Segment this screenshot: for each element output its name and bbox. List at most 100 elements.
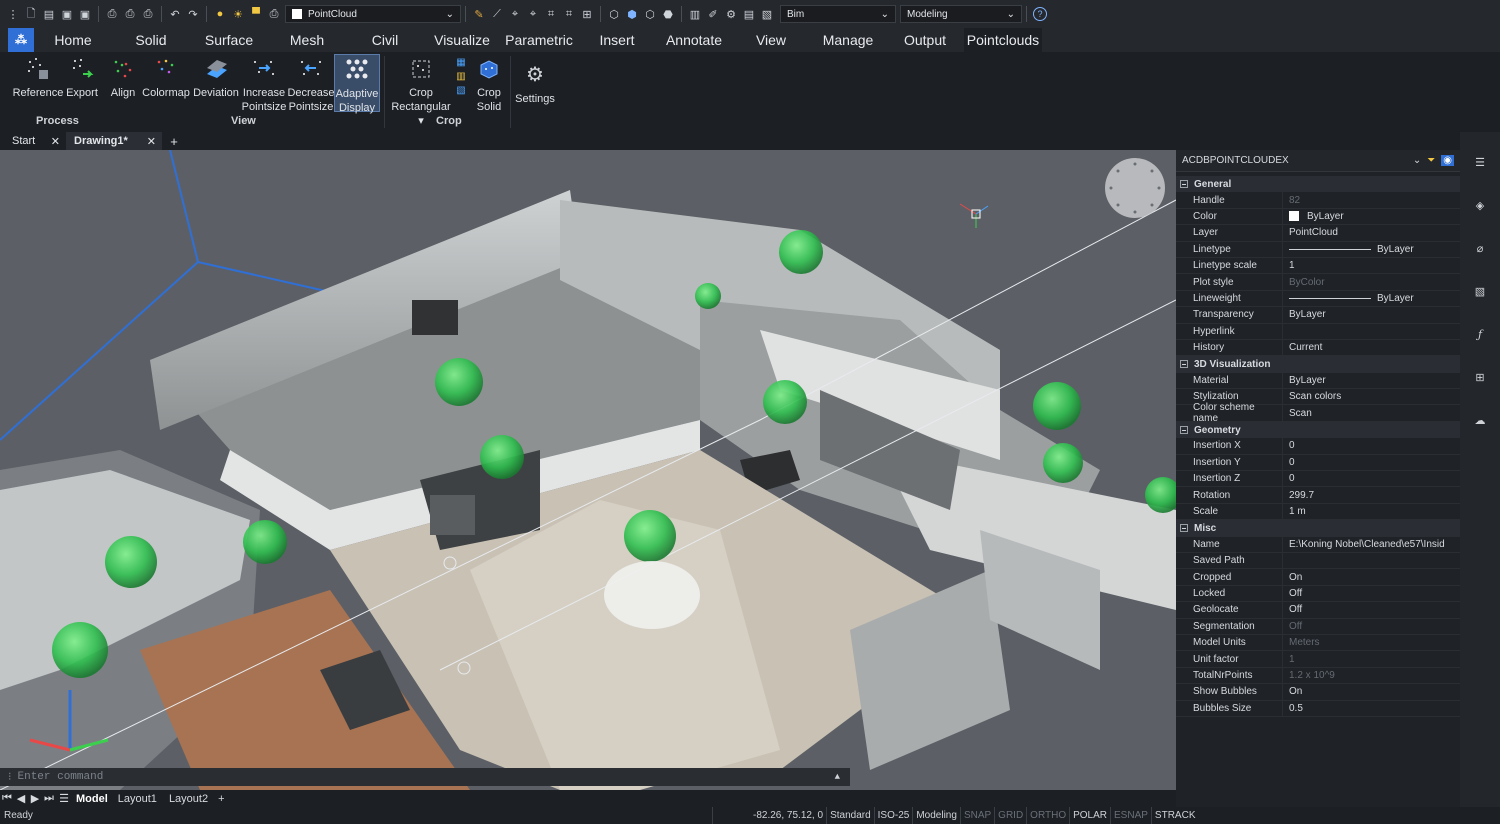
layers-icon[interactable]: ◈ [1470, 195, 1490, 215]
property-value[interactable]: Current [1282, 339, 1460, 356]
tab-parametric[interactable]: Parametric [500, 28, 578, 52]
scan-bubble[interactable] [1043, 443, 1083, 483]
track-tool-icon[interactable]: ⌖ [526, 7, 540, 21]
property-row[interactable]: TotalNrPoints 1.2 x 10^9 [1176, 667, 1460, 685]
command-input[interactable]: Enter command [18, 771, 104, 783]
scan-bubble[interactable] [695, 283, 721, 309]
property-row[interactable]: Linetype ByLayer [1176, 241, 1460, 258]
attachments-icon[interactable]: ⌀ [1470, 238, 1490, 258]
cloud-upload-icon[interactable]: ☁ [1470, 410, 1490, 430]
tab-civil[interactable]: Civil [346, 28, 424, 52]
property-value[interactable]: 0 [1282, 471, 1460, 487]
scan-bubble[interactable] [243, 520, 287, 564]
mode-dropdown[interactable]: Modeling ⌄ [900, 5, 1022, 23]
print-icon[interactable]: ⎙ [105, 7, 119, 21]
save-icon[interactable]: ▣ [60, 7, 74, 21]
tab-solid[interactable]: Solid [112, 28, 190, 52]
property-row[interactable]: Transparency ByLayer [1176, 307, 1460, 324]
tab-layout2[interactable]: Layout2 [163, 793, 214, 805]
print-preview-icon[interactable]: ⎙ [123, 7, 137, 21]
last-layout-icon[interactable]: ⏭ [42, 792, 56, 805]
property-value[interactable]: On [1282, 569, 1460, 585]
workspace-dropdown[interactable]: Bim ⌄ [780, 5, 896, 23]
property-value[interactable]: 1 [1282, 651, 1460, 667]
grid-toggle[interactable]: GRID [994, 807, 1026, 824]
view-compass-icon[interactable] [1105, 158, 1165, 218]
render-icon[interactable]: ⬣ [661, 7, 675, 21]
property-row[interactable]: Geolocate Off [1176, 602, 1460, 619]
close-icon[interactable]: ✕ [51, 135, 60, 148]
redo-icon[interactable]: ↷ [186, 7, 200, 21]
menu-dots-icon[interactable]: ⋮ [6, 7, 20, 21]
property-row[interactable]: History Current [1176, 339, 1460, 357]
property-row[interactable]: Name E:\Koning Nobel\Cleaned\e57\Insid [1176, 536, 1460, 553]
property-value[interactable]: Off [1282, 585, 1460, 602]
layer-on-icon[interactable]: ● [213, 7, 227, 21]
scan-bubble[interactable] [435, 358, 483, 406]
property-value[interactable]: Off [1282, 602, 1460, 618]
property-row[interactable]: Saved Path [1176, 552, 1460, 570]
property-value[interactable]: E:\Koning Nobel\Cleaned\e57\Insid [1282, 536, 1460, 552]
property-value[interactable]: Meters [1282, 634, 1460, 651]
tab-home[interactable]: Home [34, 28, 112, 52]
property-value[interactable] [1282, 323, 1460, 339]
property-row[interactable]: Insertion X 0 [1176, 438, 1460, 455]
property-row[interactable]: Insertion Y 0 [1176, 454, 1460, 472]
match-properties-icon[interactable]: ✎ [472, 7, 486, 21]
decrease-pointsize-button[interactable]: Decrease Pointsize [287, 56, 335, 114]
property-value[interactable]: Off [1282, 618, 1460, 634]
scan-bubble[interactable] [480, 435, 524, 479]
property-row[interactable]: Model Units Meters [1176, 634, 1460, 652]
property-row[interactable]: Linetype scale 1 [1176, 257, 1460, 275]
property-value[interactable]: 0 [1282, 454, 1460, 471]
ucs-icon[interactable]: ⌗ [544, 7, 558, 21]
property-value[interactable]: ByLayer [1282, 372, 1460, 389]
image-icon[interactable]: ▧ [760, 7, 774, 21]
open-file-icon[interactable]: ▤ [42, 7, 56, 21]
property-value[interactable]: 1.2 x 10^9 [1282, 667, 1460, 684]
increase-pointsize-button[interactable]: Increase Pointsize [240, 56, 288, 114]
command-history-toggle-icon[interactable]: ▲ [835, 772, 840, 782]
adaptive-display-button[interactable]: Adaptive Display [334, 54, 380, 114]
undo-icon[interactable]: ↶ [168, 7, 182, 21]
tab-layout1[interactable]: Layout1 [112, 793, 163, 805]
collapse-icon[interactable] [1180, 360, 1188, 369]
property-value[interactable]: 0 [1282, 438, 1460, 454]
next-layout-icon[interactable]: ▶ [28, 792, 42, 805]
property-row[interactable]: Layer PointCloud [1176, 225, 1460, 242]
add-layout-icon[interactable]: + [214, 793, 228, 805]
property-row[interactable]: Show Bubbles On [1176, 684, 1460, 701]
crop-invert-icon[interactable]: ▥ [456, 70, 465, 84]
scan-bubble[interactable] [52, 622, 108, 678]
settings-gear-icon[interactable]: ⚙ [724, 7, 738, 21]
object-snap-icon[interactable]: ⊞ [580, 7, 594, 21]
reference-button[interactable]: Reference [12, 56, 64, 100]
tab-start[interactable]: Start ✕ [0, 132, 66, 150]
property-row[interactable]: Material ByLayer [1176, 372, 1460, 390]
model-viewport[interactable] [0, 150, 1176, 790]
deviation-button[interactable]: Deviation [192, 56, 240, 100]
tab-drawing1[interactable]: Drawing1* ✕ [66, 132, 162, 150]
filter-icon[interactable]: ⏷ [1427, 155, 1435, 166]
crop-solid-button[interactable]: Crop Solid [472, 56, 506, 114]
sheet-icon[interactable]: ▤ [742, 7, 756, 21]
property-value[interactable]: Scan colors [1282, 389, 1460, 405]
command-drag-handle-icon[interactable]: ⁝ [8, 770, 12, 784]
export-button[interactable]: Export [62, 56, 102, 100]
strack-toggle[interactable]: STRACK [1150, 807, 1199, 824]
workspace-status[interactable]: Modeling [912, 807, 960, 824]
save-as-icon[interactable]: ▣ [78, 7, 92, 21]
property-row[interactable]: Locked Off [1176, 585, 1460, 603]
layer-plot-icon[interactable]: ⎙ [267, 7, 281, 21]
scan-bubble[interactable] [624, 510, 676, 562]
tab-mesh[interactable]: Mesh [268, 28, 346, 52]
property-value[interactable]: ByLayer [1282, 307, 1460, 323]
scan-bubble[interactable] [1033, 382, 1081, 430]
property-value[interactable]: 299.7 [1282, 487, 1460, 503]
collapse-icon[interactable] [1180, 180, 1188, 189]
measure-icon[interactable]: ⟋ [490, 7, 504, 21]
layout-icon[interactable]: ▥ [688, 7, 702, 21]
polar-toggle[interactable]: POLAR [1069, 807, 1110, 824]
crop-clear-icon[interactable]: ▧ [456, 84, 465, 98]
section-3d-visualization[interactable]: 3D Visualization [1176, 356, 1460, 373]
